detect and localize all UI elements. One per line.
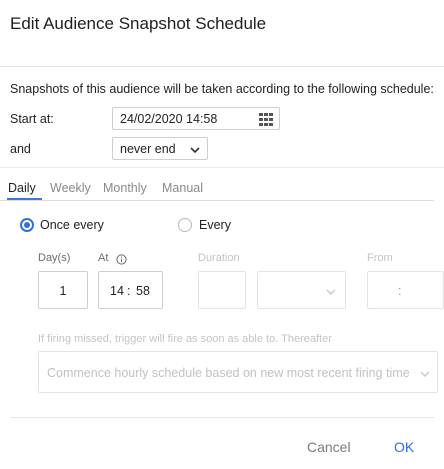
at-minute-value: 58 (136, 284, 150, 298)
duration-unit-select (257, 271, 346, 309)
start-datetime-input[interactable]: 24/02/2020 14:58 (112, 107, 280, 130)
missed-firing-select: Commence hourly schedule based on new mo… (38, 351, 438, 393)
days-value: 1 (59, 284, 67, 298)
chevron-down-icon (419, 367, 431, 385)
calendar-icon[interactable] (259, 113, 273, 131)
footer-divider (10, 417, 434, 418)
end-label: and (10, 142, 31, 156)
once-every-label: Once every (40, 218, 104, 232)
every-radio[interactable] (178, 218, 192, 232)
missed-firing-value: Commence hourly schedule based on new mo… (47, 366, 410, 380)
from-value: : (398, 284, 402, 298)
cancel-button[interactable]: Cancel (307, 439, 351, 455)
days-label: Day(s) (38, 252, 71, 264)
duration-input (198, 271, 246, 309)
title-divider (0, 66, 444, 67)
tab-bar-divider (0, 200, 434, 201)
section-divider (0, 167, 444, 168)
tab-daily[interactable]: Daily (8, 181, 36, 195)
info-icon[interactable] (116, 252, 127, 270)
ok-button[interactable]: OK (394, 439, 414, 455)
once-every-radio[interactable] (20, 218, 34, 232)
end-condition-select[interactable]: never end (112, 137, 208, 160)
at-separator: : (127, 284, 131, 298)
tab-monthly[interactable]: Monthly (103, 181, 147, 195)
start-at-label: Start at: (10, 112, 54, 126)
missed-firing-note: If firing missed, trigger will fire as s… (38, 333, 332, 345)
at-hour-value: 14 (110, 284, 124, 298)
days-input[interactable]: 1 (38, 271, 88, 309)
tab-manual[interactable]: Manual (162, 181, 203, 195)
schedule-description: Snapshots of this audience will be taken… (10, 82, 434, 96)
at-label: At (98, 252, 109, 264)
end-condition-value: never end (120, 142, 176, 156)
from-time-input: : (367, 271, 444, 309)
chevron-down-icon (189, 143, 201, 161)
at-time-input[interactable]: 14 : 58 (98, 271, 163, 309)
from-label: From (367, 252, 393, 264)
tab-weekly[interactable]: Weekly (50, 181, 91, 195)
chevron-down-icon (325, 285, 337, 303)
duration-label: Duration (198, 252, 240, 264)
start-datetime-value: 24/02/2020 14:58 (120, 112, 218, 126)
dialog-title: Edit Audience Snapshot Schedule (10, 14, 267, 33)
every-label: Every (199, 218, 231, 232)
